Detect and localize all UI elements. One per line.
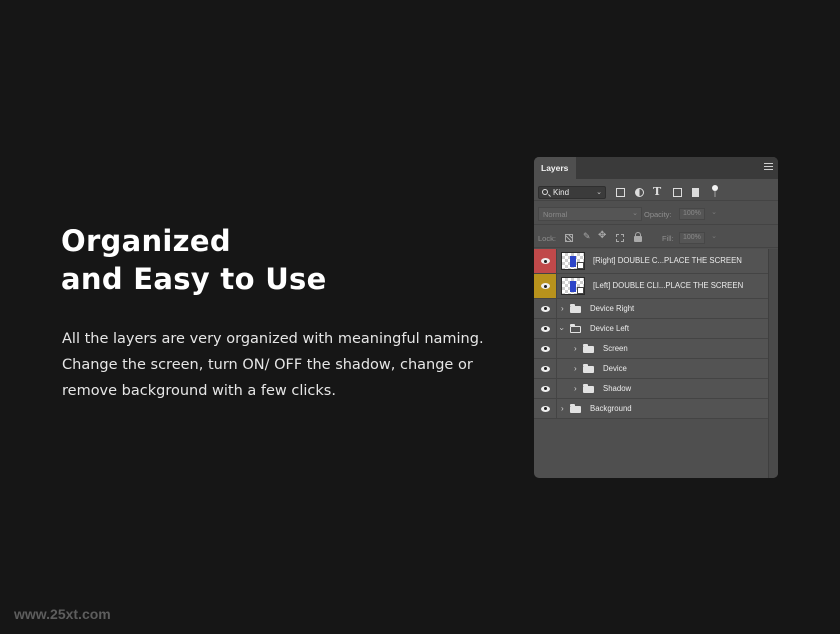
visibility-toggle[interactable]	[534, 379, 557, 398]
folder-icon	[570, 403, 581, 413]
filter-toggle-switch[interactable]	[712, 185, 718, 198]
folder-icon	[570, 303, 581, 313]
visibility-toggle[interactable]	[534, 339, 557, 358]
layer-name: [Left] DOUBLE CLI...PLACE THE SCREEN	[593, 281, 744, 290]
chevron-down-icon: ⌄	[711, 209, 717, 216]
folder-icon	[583, 383, 594, 393]
visibility-toggle[interactable]	[534, 249, 557, 273]
lock-image-pixels-icon[interactable]: ✎	[583, 231, 591, 241]
layers-list: [Right] DOUBLE C...PLACE THE SCREEN [Lef…	[534, 249, 768, 419]
blend-mode-select[interactable]: Normal ⌄	[538, 207, 642, 221]
folder-icon	[583, 363, 594, 373]
description-line-1: All the layers are very organized with m…	[62, 331, 484, 347]
layer-group-row[interactable]: › Device	[534, 359, 768, 379]
chevron-down-icon[interactable]: ›	[555, 327, 567, 330]
layer-name: [Right] DOUBLE C...PLACE THE SCREEN	[593, 256, 742, 265]
opacity-field[interactable]: 100% ⌄	[679, 208, 717, 220]
fill-label: Fill:	[662, 234, 674, 243]
adjustment-layer-filter-icon[interactable]	[635, 188, 644, 197]
visibility-toggle[interactable]	[534, 399, 557, 418]
eye-icon	[541, 258, 550, 264]
lock-all-icon[interactable]	[634, 232, 642, 242]
layer-name: Shadow	[603, 383, 632, 393]
blend-row: Normal ⌄ Opacity: 100% ⌄	[534, 203, 778, 225]
layer-group-row[interactable]: › Screen	[534, 339, 768, 359]
lock-artboard-icon[interactable]	[616, 234, 624, 242]
open-folder-icon	[570, 323, 581, 333]
chevron-down-icon: ⌄	[596, 189, 602, 196]
description-line-2: Change the screen, turn ON/ OFF the shad…	[62, 357, 473, 373]
kind-filter-select[interactable]: Kind ⌄	[538, 186, 606, 199]
tab-layers[interactable]: Layers	[534, 157, 576, 179]
opacity-value: 100%	[683, 210, 701, 217]
chevron-down-icon: ⌄	[632, 210, 638, 217]
layer-name: Background	[590, 403, 632, 413]
layer-filter-bar: Kind ⌄ T	[534, 179, 778, 201]
lock-label: Lock:	[538, 234, 556, 243]
layers-panel: Layers Kind ⌄ T Normal ⌄ Opacity: 100% ⌄…	[534, 157, 778, 478]
layer-name: Screen	[603, 343, 628, 353]
description: All the layers are very organized with m…	[62, 326, 502, 404]
visibility-toggle[interactable]	[534, 274, 557, 298]
eye-icon	[541, 305, 550, 312]
lock-row: Lock: ✎ ✥ Fill: 100% ⌄	[534, 226, 778, 248]
eye-icon	[541, 405, 550, 412]
lock-pixels-icon[interactable]	[565, 234, 573, 242]
layer-name: Device Left	[590, 323, 630, 333]
description-line-3: remove background with a few clicks.	[62, 383, 336, 399]
folder-icon	[583, 343, 594, 353]
kind-filter-label: Kind	[553, 188, 570, 197]
panel-tab-bar: Layers	[534, 157, 778, 179]
smart-object-filter-icon[interactable]	[692, 188, 699, 197]
smart-object-thumbnail	[561, 277, 585, 295]
eye-icon	[541, 283, 550, 289]
eye-icon	[541, 385, 550, 392]
panel-menu-icon[interactable]	[764, 163, 773, 172]
layer-name: Device Right	[590, 303, 635, 313]
opacity-label: Opacity:	[644, 210, 672, 219]
layer-row[interactable]: [Left] DOUBLE CLI...PLACE THE SCREEN	[534, 274, 768, 299]
pixel-layer-filter-icon[interactable]	[616, 188, 625, 197]
search-icon	[542, 189, 548, 195]
layer-row[interactable]: [Right] DOUBLE C...PLACE THE SCREEN	[534, 249, 768, 274]
blend-mode-value: Normal	[543, 210, 568, 219]
chevron-right-icon[interactable]: ›	[574, 363, 577, 375]
chevron-right-icon[interactable]: ›	[574, 343, 577, 355]
heading-line-2: and Easy to Use	[61, 262, 327, 296]
visibility-toggle[interactable]	[534, 319, 557, 338]
chevron-right-icon[interactable]: ›	[561, 403, 564, 415]
layer-group-row[interactable]: › Shadow	[534, 379, 768, 399]
smart-object-thumbnail	[561, 252, 585, 270]
chevron-right-icon[interactable]: ›	[574, 383, 577, 395]
chevron-right-icon[interactable]: ›	[561, 303, 564, 315]
visibility-toggle[interactable]	[534, 299, 557, 318]
layer-name: Device	[603, 363, 627, 373]
chevron-down-icon: ⌄	[711, 233, 717, 240]
visibility-toggle[interactable]	[534, 359, 557, 378]
layer-group-row[interactable]: › Device Left	[534, 319, 768, 339]
layer-group-row[interactable]: › Device Right	[534, 299, 768, 319]
eye-icon	[541, 325, 550, 332]
fill-field[interactable]: 100% ⌄	[679, 232, 717, 244]
eye-icon	[541, 365, 550, 372]
heading-line-1: Organized	[61, 224, 231, 258]
layer-group-row[interactable]: › Background	[534, 399, 768, 419]
layers-scrollbar[interactable]	[768, 249, 778, 478]
page-heading: Organized and Easy to Use	[61, 222, 327, 298]
watermark: www.25xt.com	[14, 606, 111, 622]
type-layer-filter-icon[interactable]: T	[653, 185, 662, 198]
lock-position-icon[interactable]: ✥	[598, 230, 606, 241]
eye-icon	[541, 345, 550, 352]
shape-layer-filter-icon[interactable]	[673, 188, 682, 197]
fill-value: 100%	[683, 234, 701, 241]
